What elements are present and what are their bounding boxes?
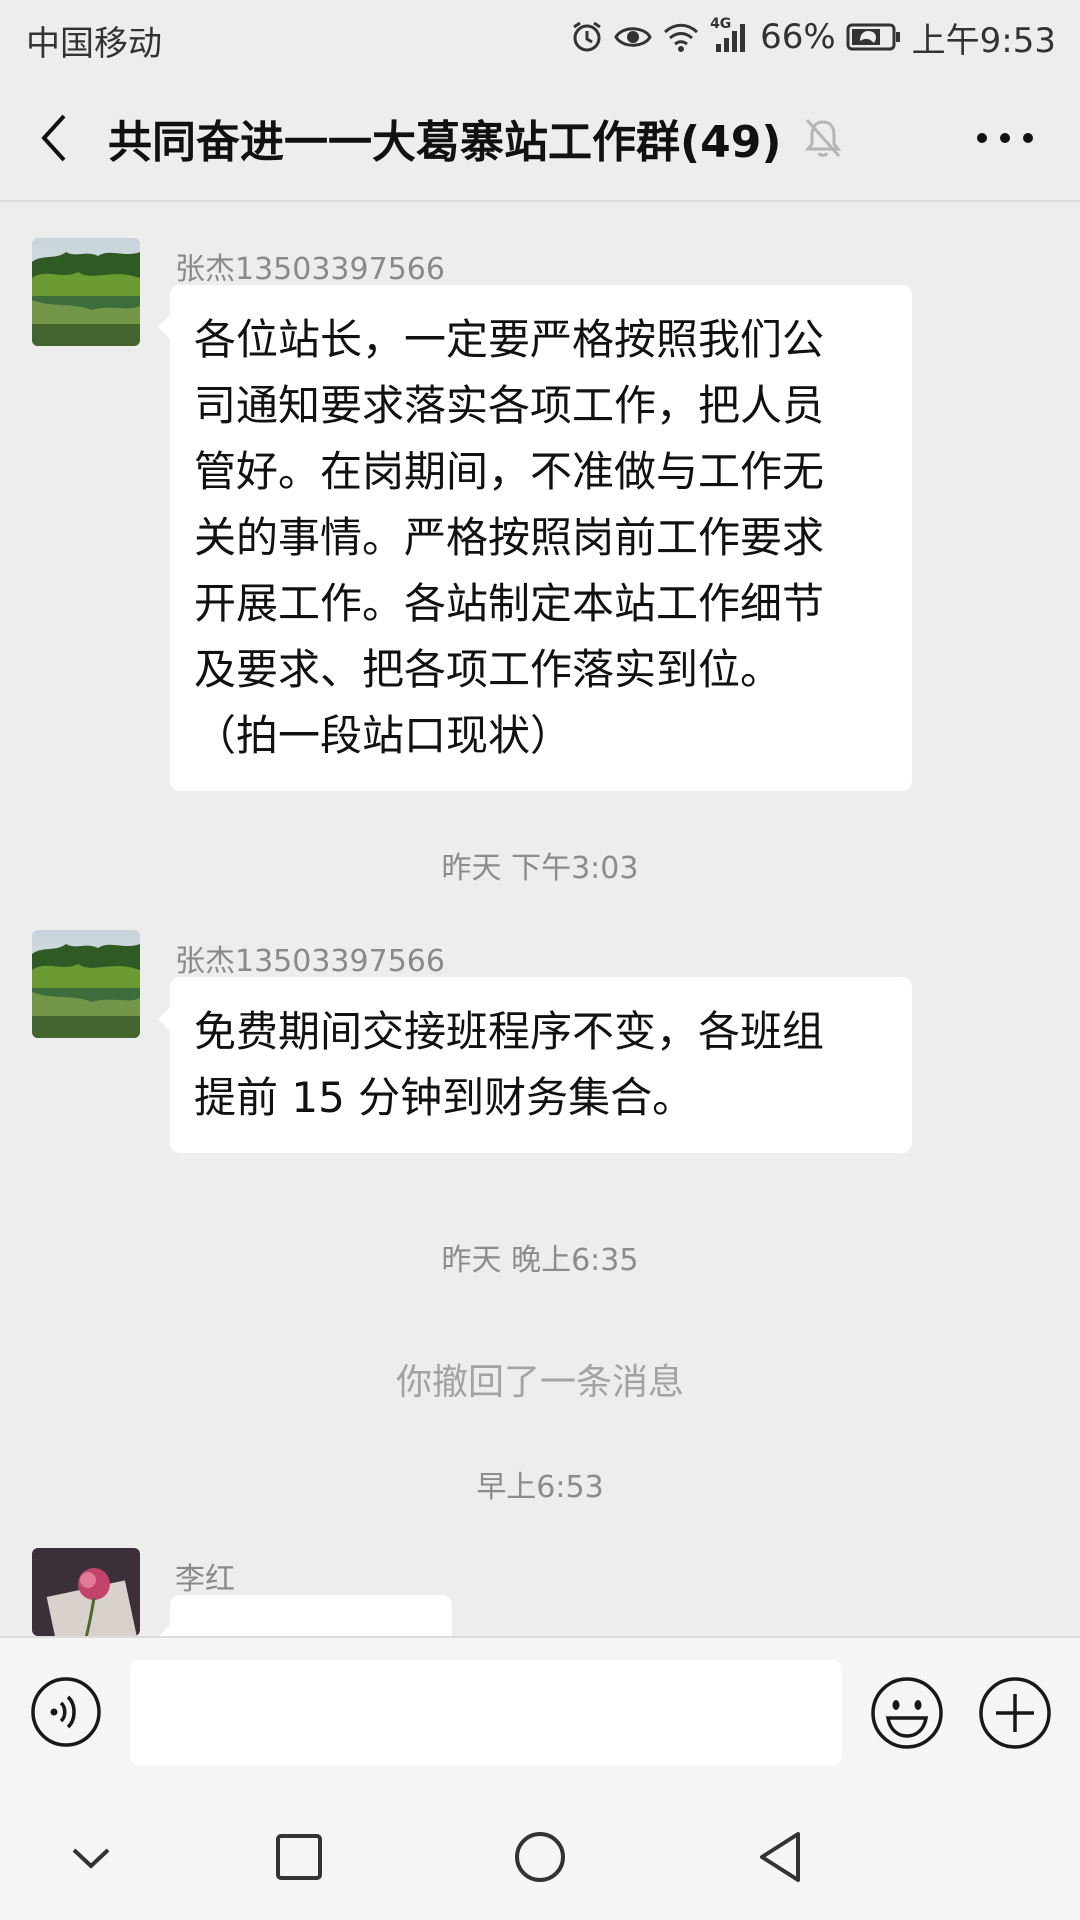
battery-percent: 66% (760, 17, 836, 57)
message-line: （拍一段站口现状） (194, 711, 573, 760)
eye-icon (614, 22, 652, 52)
timestamp: 早上6:53 (476, 1470, 604, 1505)
message-bubble[interactable] (158, 1595, 452, 1649)
nav-back-icon (760, 1832, 800, 1882)
carrier-label: 中国移动 (26, 24, 162, 64)
message-line: 开展工作。各站制定本站工作细节 (194, 579, 825, 628)
message-line: 及要求、把各项工作落实到位。 (194, 645, 783, 694)
message-line: 关的事情。严格按照岗前工作要求 (194, 513, 825, 562)
plus-icon (979, 1677, 1051, 1749)
avatar[interactable] (32, 930, 140, 1038)
battery-icon (846, 23, 902, 51)
emoji-button[interactable] (870, 1676, 944, 1750)
timestamp: 昨天 下午3:03 (441, 851, 639, 886)
wifi-icon (662, 21, 700, 53)
message-line: 司通知要求落实各项工作，把人员 (194, 381, 825, 430)
back-icon (41, 114, 66, 162)
clock: 上午9:53 (911, 20, 1056, 61)
status-icons: 4G 66% 上午9:53 (570, 12, 1056, 62)
message-line: 各位站长，一定要严格按照我们公 (194, 315, 825, 364)
avatar[interactable] (32, 1548, 140, 1636)
sender-name: 李红 (175, 1562, 235, 1597)
nav-down-button[interactable] (56, 1822, 126, 1892)
alarm-icon (570, 20, 604, 54)
nav-home-button[interactable] (505, 1822, 575, 1892)
avatar[interactable] (32, 238, 140, 346)
chat-header: 共同奋进一一大葛寨站工作群(49) (0, 76, 1080, 202)
sender-name: 张杰13503397566 (175, 252, 445, 287)
chat-title[interactable]: 共同奋进一一大葛寨站工作群(49) (108, 106, 781, 170)
voice-button[interactable] (30, 1676, 102, 1748)
emoji-icon (871, 1677, 943, 1749)
nav-recent-icon (276, 1834, 322, 1880)
message-line: 提前 15 分钟到财务集合。 (194, 1073, 695, 1122)
system-nav-bar (0, 1792, 1080, 1920)
more-icon (977, 133, 1033, 143)
network-label: 4G (710, 16, 732, 32)
back-button[interactable] (30, 108, 80, 168)
message-line: 管好。在岗期间，不准做与工作无 (194, 447, 825, 496)
message-bubble[interactable]: 各位站长，一定要严格按照我们公 司通知要求落实各项工作，把人员 管好。在岗期间，… (158, 285, 912, 791)
more-functions-button[interactable] (978, 1676, 1052, 1750)
voice-icon (31, 1677, 101, 1747)
nav-down-icon (72, 1848, 110, 1869)
status-bar: 中国移动 4G 66% 上午9:53 (0, 0, 1080, 76)
nav-recent-button[interactable] (264, 1822, 334, 1892)
sender-name: 张杰13503397566 (175, 944, 445, 979)
nav-back-button[interactable] (746, 1822, 816, 1892)
more-button[interactable] (970, 116, 1040, 160)
message-line: 免费期间交接班程序不变，各班组 (194, 1007, 825, 1056)
mute-bell-icon (803, 116, 843, 160)
recall-notice: 你撤回了一条消息 (395, 1362, 684, 1403)
message-bubble[interactable]: 免费期间交接班程序不变，各班组 提前 15 分钟到财务集合。 (158, 977, 912, 1153)
message-input[interactable] (130, 1660, 842, 1766)
input-bar (0, 1636, 1080, 1794)
signal-icon: 4G (710, 16, 750, 54)
nav-home-icon (515, 1832, 565, 1882)
timestamp: 昨天 晚上6:35 (441, 1243, 639, 1278)
